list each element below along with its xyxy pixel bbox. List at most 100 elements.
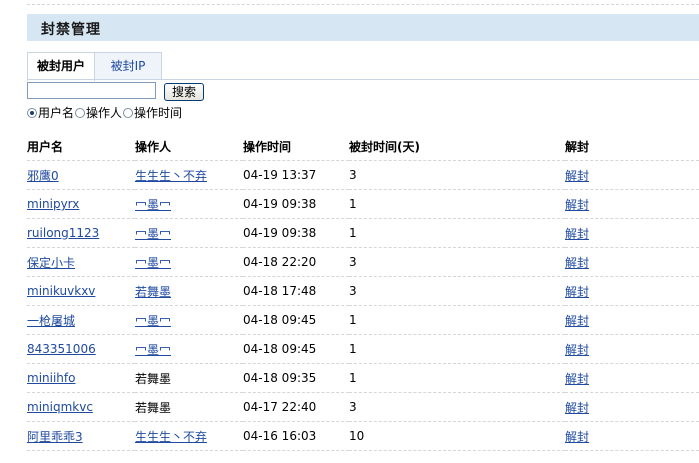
radio-unchecked-icon[interactable]	[123, 108, 134, 118]
table-cell: 一枪屠城	[27, 305, 135, 335]
operation-time: 04-18 09:35	[243, 371, 317, 385]
table-cell: miniqmkvc	[27, 392, 135, 422]
radio-operation-time-label: 操作时间	[134, 106, 183, 120]
table-cell: 解封	[565, 363, 699, 393]
unban-link[interactable]: 解封	[565, 169, 589, 183]
table-row: miniihfo 若舞墨 04-18 09:35 1 解封	[27, 363, 699, 393]
table-cell: 阿里乖乖3	[27, 421, 135, 451]
operator-link[interactable]: 若舞墨	[135, 285, 171, 299]
table-cell: 1	[349, 363, 565, 393]
table-cell: 解封	[565, 218, 699, 248]
radio-checked-icon[interactable]	[27, 108, 37, 118]
table-cell: 3	[349, 392, 565, 422]
table-cell: 843351006	[27, 334, 135, 364]
operation-time: 04-16 16:03	[243, 429, 317, 443]
table-cell: ruilong1123	[27, 218, 135, 248]
table-cell: 3	[349, 160, 565, 190]
operation-time: 04-18 22:20	[243, 255, 317, 269]
search-input[interactable]	[27, 82, 156, 99]
radio-operator[interactable]: 操作人	[75, 104, 122, 121]
table-cell: 1	[349, 305, 565, 335]
unban-link[interactable]: 解封	[565, 430, 589, 444]
unban-link[interactable]: 解封	[565, 227, 589, 241]
table-row: miniqmkvc 若舞墨 04-17 22:40 3 解封	[27, 392, 699, 422]
unban-link[interactable]: 解封	[565, 372, 589, 386]
top-divider	[27, 4, 699, 5]
page-title: 封禁管理	[41, 22, 101, 38]
table-cell: 解封	[565, 421, 699, 451]
table-cell: 生生生丶不弃	[135, 421, 243, 451]
username-link[interactable]: 843351006	[27, 342, 96, 356]
page-header: 封禁管理	[27, 14, 699, 41]
table-row: 邪鹰0 生生生丶不弃 04-19 13:37 3 解封	[27, 160, 699, 190]
ban-days: 10	[349, 429, 365, 443]
header-username: 用户名	[27, 133, 135, 161]
operator-link[interactable]: 冖墨冖	[135, 256, 171, 270]
unban-link[interactable]: 解封	[565, 401, 589, 415]
unban-link[interactable]: 解封	[565, 314, 589, 328]
unban-link[interactable]: 解封	[565, 343, 589, 357]
username-link[interactable]: miniqmkvc	[27, 400, 93, 414]
operator-link[interactable]: 冖墨冖	[135, 314, 171, 328]
radio-username-label: 用户名	[38, 106, 75, 120]
table-cell: 解封	[565, 189, 699, 219]
unban-link[interactable]: 解封	[565, 285, 589, 299]
table-cell: minikuvkxv	[27, 276, 135, 306]
username-link[interactable]: minipyrx	[27, 197, 79, 211]
username-link[interactable]: 保定小卡	[27, 256, 75, 270]
table-cell: 冖墨冖	[135, 334, 243, 364]
table-cell: 04-19 09:38	[243, 189, 349, 219]
ban-days: 1	[349, 197, 357, 211]
table-cell: minipyrx	[27, 189, 135, 219]
radio-username[interactable]: 用户名	[27, 104, 74, 121]
tab-banned-ip[interactable]: 被封IP	[94, 52, 162, 80]
table-row: 保定小卡 冖墨冖 04-18 22:20 3 解封	[27, 247, 699, 277]
table-cell: 04-18 09:35	[243, 363, 349, 393]
ban-days: 1	[349, 371, 357, 385]
username-link[interactable]: 邪鹰0	[27, 169, 59, 183]
tab-banned-users[interactable]: 被封用户	[27, 52, 95, 81]
table-cell: 04-18 09:45	[243, 305, 349, 335]
username-link[interactable]: minikuvkxv	[27, 284, 95, 298]
table-row: ruilong1123 冖墨冖 04-19 09:38 1 解封	[27, 218, 699, 248]
radio-operation-time[interactable]: 操作时间	[123, 104, 182, 121]
table-cell: miniihfo	[27, 363, 135, 393]
operator-link[interactable]: 生生生丶不弃	[135, 169, 207, 183]
table-cell: 04-18 22:20	[243, 247, 349, 277]
operator-link[interactable]: 冖墨冖	[135, 227, 171, 241]
header-operator: 操作人	[135, 133, 243, 161]
table-cell: 生生生丶不弃	[135, 160, 243, 190]
table-row: minipyrx 冖墨冖 04-19 09:38 1 解封	[27, 189, 699, 219]
operation-time: 04-19 09:38	[243, 226, 317, 240]
username-link[interactable]: ruilong1123	[27, 226, 99, 240]
unban-link[interactable]: 解封	[565, 198, 589, 212]
operator-link[interactable]: 生生生丶不弃	[135, 430, 207, 444]
unban-link[interactable]: 解封	[565, 256, 589, 270]
ban-days: 1	[349, 342, 357, 356]
table-header-row: 用户名 操作人 操作时间 被封时间(天) 解封	[27, 133, 699, 161]
table-cell: 04-18 09:45	[243, 334, 349, 364]
table-cell: 04-19 09:38	[243, 218, 349, 248]
table-cell: 冖墨冖	[135, 305, 243, 335]
header-unban: 解封	[565, 133, 699, 161]
operation-time: 04-18 09:45	[243, 342, 317, 356]
table-cell: 解封	[565, 276, 699, 306]
table-cell: 若舞墨	[135, 363, 243, 393]
username-link[interactable]: miniihfo	[27, 371, 75, 385]
operator-link[interactable]: 冖墨冖	[135, 198, 171, 212]
search-field-radio-group: 用户名 操作人 操作时间	[27, 104, 183, 121]
tab-divider	[27, 79, 699, 80]
table-cell: 04-16 16:03	[243, 421, 349, 451]
operation-time: 04-19 09:38	[243, 197, 317, 211]
operator-link[interactable]: 冖墨冖	[135, 343, 171, 357]
username-link[interactable]: 阿里乖乖3	[27, 430, 83, 444]
username-link[interactable]: 一枪屠城	[27, 314, 75, 328]
table-cell: 冖墨冖	[135, 247, 243, 277]
radio-unchecked-icon[interactable]	[75, 108, 86, 118]
table-cell: 1	[349, 189, 565, 219]
search-button[interactable]: 搜索	[164, 83, 204, 101]
ban-days: 1	[349, 313, 357, 327]
operator-text: 若舞墨	[135, 371, 172, 386]
header-operation-time: 操作时间	[243, 133, 349, 161]
banned-users-table: 用户名 操作人 操作时间 被封时间(天) 解封 邪鹰0 生生生丶不弃 04-19 1…	[27, 133, 699, 451]
